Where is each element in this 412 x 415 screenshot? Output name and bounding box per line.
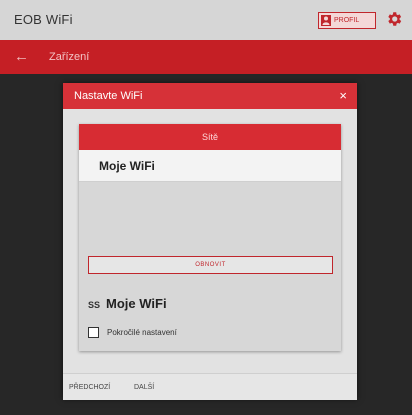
person-icon <box>321 15 331 26</box>
next-button[interactable]: DALŠÍ <box>134 384 154 391</box>
network-card: Sítě Moje WiFi OBNOVIT SS Moje WiFi Pokr… <box>79 124 341 351</box>
dialog-header: Nastavte WiFi × <box>63 83 357 109</box>
tab-networks[interactable]: Sítě <box>79 124 341 150</box>
network-name: Moje WiFi <box>99 159 155 173</box>
refresh-button[interactable]: OBNOVIT <box>88 256 333 274</box>
sub-header-title: Zařízení <box>49 51 90 63</box>
dialog-footer: PŘEDCHOZÍ DALŠÍ <box>63 373 357 400</box>
profile-button[interactable]: PROFIL <box>318 12 376 29</box>
close-icon[interactable]: × <box>339 88 347 103</box>
arrow-left-icon[interactable]: ← <box>14 48 29 65</box>
wifi-setup-dialog: Nastavte WiFi × Sítě Moje WiFi OBNOVIT S… <box>63 83 357 400</box>
sub-header: ← Zařízení <box>0 40 412 74</box>
app-bar: EOB WiFi PROFIL <box>0 0 412 41</box>
profile-label: PROFIL <box>334 17 360 24</box>
wifi-icon: SS <box>88 300 101 310</box>
app-title: EOB WiFi <box>14 12 73 27</box>
advanced-settings-checkbox[interactable] <box>88 327 99 338</box>
advanced-settings-label[interactable]: Pokročilé nastavení <box>107 328 177 337</box>
selected-network-name: Moje WiFi <box>106 296 167 311</box>
selected-network: SS Moje WiFi <box>88 296 167 311</box>
gear-icon[interactable] <box>385 10 403 28</box>
previous-button[interactable]: PŘEDCHOZÍ <box>69 384 110 391</box>
network-list-item[interactable]: Moje WiFi <box>79 150 341 182</box>
dialog-title: Nastavte WiFi <box>74 90 143 102</box>
advanced-settings-row: Pokročilé nastavení <box>88 327 177 338</box>
